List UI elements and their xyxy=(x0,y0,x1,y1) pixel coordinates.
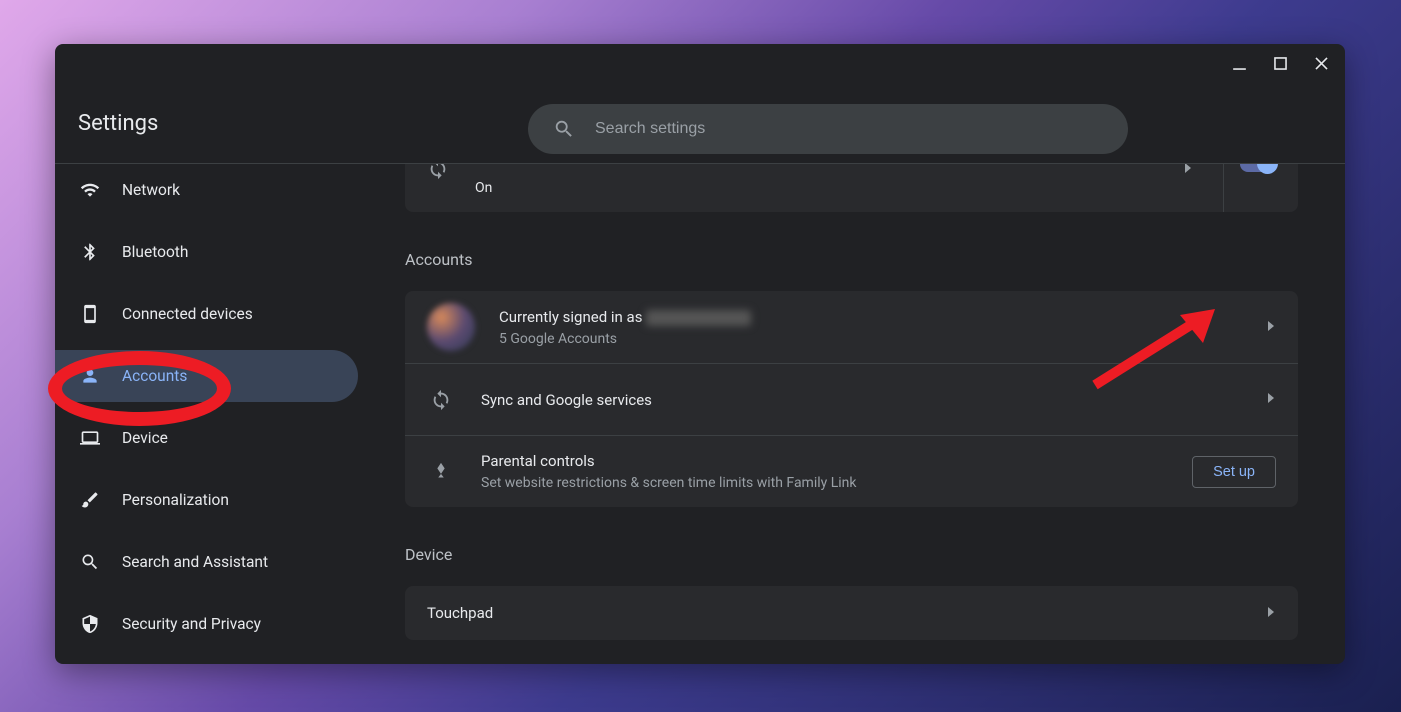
wifi-icon xyxy=(78,178,102,202)
status-text: On xyxy=(475,180,492,196)
sidebar-item-accounts[interactable]: Accounts xyxy=(55,350,358,402)
minimize-icon[interactable] xyxy=(1230,54,1249,73)
sidebar-item-connected-devices[interactable]: Connected devices xyxy=(55,288,358,340)
parental-title: Parental controls xyxy=(481,449,1192,473)
signed-in-row[interactable]: Currently signed in as 5 Google Accounts xyxy=(405,291,1298,363)
sync-icon xyxy=(427,164,449,180)
chevron-right-icon xyxy=(1266,606,1276,621)
sidebar-item-label: Bluetooth xyxy=(122,243,188,261)
sidebar-item-label: Personalization xyxy=(122,491,229,509)
person-icon xyxy=(78,364,102,388)
signed-in-sub: 5 Google Accounts xyxy=(499,329,1266,350)
sidebar-item-label: Security and Privacy xyxy=(122,615,261,633)
sidebar-item-label: Connected devices xyxy=(122,305,253,323)
sidebar-item-search-assistant[interactable]: Search and Assistant xyxy=(55,536,358,588)
redacted-name xyxy=(646,310,751,326)
sidebar: Network Bluetooth Connected devices Acco… xyxy=(55,164,358,664)
section-title-device: Device xyxy=(405,545,1298,564)
toggle-switch[interactable] xyxy=(1240,164,1276,172)
parental-sub: Set website restrictions & screen time l… xyxy=(481,473,1192,494)
chevron-right-icon xyxy=(1266,320,1276,335)
laptop-icon xyxy=(78,426,102,450)
sidebar-item-device[interactable]: Device xyxy=(55,412,358,464)
sync-label: Sync and Google services xyxy=(481,388,1266,412)
page-title: Settings xyxy=(78,111,158,136)
device-card: Touchpad xyxy=(405,586,1298,640)
sync-services-row[interactable]: Sync and Google services xyxy=(405,363,1298,435)
chevron-right-icon xyxy=(1266,392,1276,407)
close-icon[interactable] xyxy=(1312,54,1331,73)
signed-in-label: Currently signed in as xyxy=(499,305,1266,329)
partial-sync-row[interactable]: On xyxy=(405,164,1298,212)
sidebar-item-personalization[interactable]: Personalization xyxy=(55,474,358,526)
accounts-card: Currently signed in as 5 Google Accounts… xyxy=(405,291,1298,507)
bluetooth-icon xyxy=(78,240,102,264)
touchpad-row[interactable]: Touchpad xyxy=(405,586,1298,640)
sidebar-item-label: Device xyxy=(122,429,168,447)
sidebar-item-network[interactable]: Network xyxy=(55,164,358,216)
search-box[interactable] xyxy=(528,104,1128,154)
sidebar-item-security-privacy[interactable]: Security and Privacy xyxy=(55,598,358,650)
search-icon xyxy=(78,550,102,574)
sidebar-item-label: Network xyxy=(122,181,180,199)
sidebar-item-bluetooth[interactable]: Bluetooth xyxy=(55,226,358,278)
sidebar-item-label: Search and Assistant xyxy=(122,553,268,571)
settings-window: Settings Network Bluetooth Connected dev… xyxy=(55,44,1345,664)
kite-icon xyxy=(427,461,455,483)
shield-icon xyxy=(78,612,102,636)
avatar xyxy=(427,303,475,351)
sidebar-item-label: Accounts xyxy=(122,367,187,385)
header: Settings xyxy=(55,44,1345,164)
search-icon xyxy=(553,118,575,140)
brush-icon xyxy=(78,488,102,512)
section-title-accounts: Accounts xyxy=(405,250,1298,269)
main-content: On Accounts Currently signed in as 5 Goo… xyxy=(358,164,1345,664)
chevron-right-icon xyxy=(1183,164,1193,177)
sync-icon xyxy=(427,389,455,411)
phone-icon xyxy=(78,302,102,326)
maximize-icon[interactable] xyxy=(1271,54,1290,73)
touchpad-label: Touchpad xyxy=(427,601,1266,625)
search-input[interactable] xyxy=(595,120,1095,138)
setup-button[interactable]: Set up xyxy=(1192,456,1276,488)
parental-controls-row[interactable]: Parental controls Set website restrictio… xyxy=(405,435,1298,507)
